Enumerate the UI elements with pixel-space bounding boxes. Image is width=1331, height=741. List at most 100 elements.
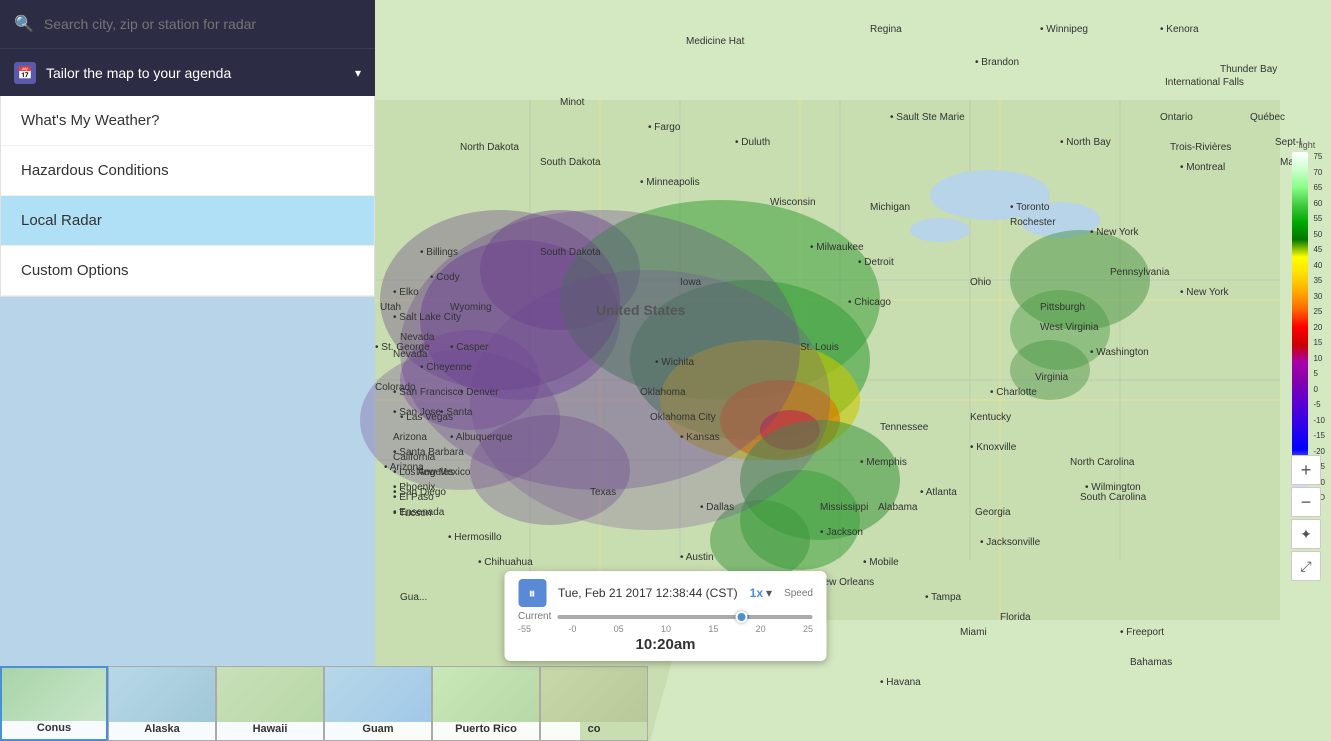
agenda-bar[interactable]: 📅 Tailor the map to your agenda ▾	[0, 48, 375, 96]
svg-text:• Toronto: • Toronto	[1010, 202, 1050, 213]
menu-item-hazardous-conditions[interactable]: Hazardous Conditions	[1, 146, 374, 196]
pause-button[interactable]: ⏸	[518, 579, 546, 607]
tick-15: 15	[708, 624, 718, 634]
svg-text:• Jacksonville: • Jacksonville	[980, 537, 1041, 548]
svg-text:• Fargo: • Fargo	[648, 122, 681, 133]
slider-thumb[interactable]	[735, 611, 747, 623]
timestamp-label: Tue, Feb 21 2017 12:38:44 (CST)	[558, 586, 738, 600]
time-slider[interactable]	[557, 615, 813, 619]
svg-text:• Mobile: • Mobile	[863, 557, 899, 568]
thumbnail-co[interactable]: co	[540, 666, 648, 741]
svg-text:• Kansas: • Kansas	[680, 432, 720, 443]
svg-text:• New York: • New York	[1090, 227, 1140, 238]
svg-text:• New York: • New York	[1180, 287, 1230, 298]
svg-text:South Carolina: South Carolina	[1080, 492, 1147, 503]
svg-text:• Wichita: • Wichita	[655, 357, 695, 368]
svg-text:Texas: Texas	[590, 487, 616, 498]
svg-text:• Detroit: • Detroit	[858, 257, 894, 268]
svg-text:United States: United States	[596, 302, 686, 318]
svg-text:• Los Angeles: • Los Angeles	[393, 467, 454, 478]
svg-text:• San Diego: • San Diego	[393, 487, 446, 498]
svg-text:• Tampa: • Tampa	[925, 592, 962, 603]
svg-text:West Virginia: West Virginia	[1040, 322, 1099, 333]
svg-text:Oklahoma City: Oklahoma City	[650, 412, 716, 423]
thumbnail-alaska-label: Alaska	[144, 723, 179, 735]
svg-text:• San Jose: • San Jose	[393, 407, 441, 418]
svg-text:• Milwaukee: • Milwaukee	[810, 242, 864, 253]
svg-text:• Knoxville: • Knoxville	[970, 442, 1017, 453]
speed-label: Speed	[784, 588, 813, 599]
search-input[interactable]	[44, 16, 361, 32]
svg-text:• Chicago: • Chicago	[848, 297, 891, 308]
svg-text:• Dallas: • Dallas	[700, 502, 734, 513]
svg-text:Alabama: Alabama	[878, 502, 918, 513]
slider-ticks: -55 -0 05 10 15 20 25	[518, 624, 813, 634]
svg-text:• Freeport: • Freeport	[1120, 627, 1164, 638]
thumbnail-alaska[interactable]: Alaska	[108, 666, 216, 741]
menu-item-local-radar[interactable]: Local Radar	[1, 196, 374, 246]
svg-text:Kentucky: Kentucky	[970, 412, 1011, 423]
svg-text:Thunder Bay: Thunder Bay	[1220, 64, 1277, 75]
svg-text:Pittsburgh: Pittsburgh	[1040, 302, 1085, 313]
svg-text:Regina: Regina	[870, 24, 902, 35]
thumbnail-hawaii[interactable]: Hawaii	[216, 666, 324, 741]
svg-text:• Montreal: • Montreal	[1180, 162, 1225, 173]
svg-text:Rochester: Rochester	[1010, 217, 1056, 228]
thumbnail-hawaii-label: Hawaii	[253, 723, 288, 735]
speed-chevron: ▾	[766, 586, 772, 600]
svg-text:Wisconsin: Wisconsin	[770, 197, 816, 208]
zoom-in-button[interactable]: +	[1291, 455, 1321, 485]
tick-55: -55	[518, 624, 531, 634]
search-bar[interactable]: 🔍	[0, 0, 375, 48]
menu-items: What's My Weather? Hazardous Conditions …	[0, 96, 375, 297]
left-panel: 🔍 📅 Tailor the map to your agenda ▾ What…	[0, 0, 375, 297]
svg-text:• Elko: • Elko	[393, 287, 419, 298]
thumbnail-guam[interactable]: Guam	[324, 666, 432, 741]
svg-text:Tennessee: Tennessee	[880, 422, 929, 433]
svg-text:• Billings: • Billings	[420, 247, 458, 258]
svg-text:Québec: Québec	[1250, 112, 1285, 123]
menu-item-custom-options[interactable]: Custom Options	[1, 246, 374, 296]
svg-text:• Sault Ste Marie: • Sault Ste Marie	[890, 112, 965, 123]
thumbnail-conus[interactable]: Conus	[0, 666, 108, 741]
svg-text:South Dakota: South Dakota	[540, 247, 601, 258]
speed-control[interactable]: 1x ▾	[750, 586, 772, 600]
fullscreen-button[interactable]: ⤢	[1291, 551, 1321, 581]
svg-text:St. Louis: St. Louis	[800, 342, 839, 353]
svg-text:• Minneapolis: • Minneapolis	[640, 177, 700, 188]
svg-text:• Charlotte: • Charlotte	[990, 387, 1037, 398]
svg-text:• Cheyenne: • Cheyenne	[420, 362, 472, 373]
svg-text:Medicine Hat: Medicine Hat	[686, 36, 745, 47]
svg-text:Iowa: Iowa	[680, 277, 702, 288]
search-icon: 🔍	[14, 14, 34, 34]
svg-text:• Denver: • Denver	[460, 387, 499, 398]
bottom-thumbnails: Conus Alaska Hawaii Guam Puerto Rico co	[0, 666, 580, 741]
svg-text:• Casper: • Casper	[450, 342, 489, 353]
thumbnail-puerto-rico[interactable]: Puerto Rico	[432, 666, 540, 741]
map-controls: + − ✦ ⤢	[1291, 455, 1321, 581]
svg-text:• Kenora: • Kenora	[1160, 24, 1199, 35]
svg-text:• Washington: • Washington	[1090, 347, 1149, 358]
zoom-out-button[interactable]: −	[1291, 487, 1321, 517]
svg-text:Ohio: Ohio	[970, 277, 992, 288]
thumbnail-puerto-rico-label: Puerto Rico	[455, 723, 517, 735]
menu-item-whats-my-weather[interactable]: What's My Weather?	[1, 96, 374, 146]
playback-controls: ⏸ Tue, Feb 21 2017 12:38:44 (CST) 1x ▾ S…	[504, 571, 827, 661]
svg-text:Mississippi: Mississippi	[820, 502, 868, 513]
svg-text:• Memphis: • Memphis	[860, 457, 907, 468]
svg-text:North Carolina: North Carolina	[1070, 457, 1135, 468]
svg-text:Pennsylvania: Pennsylvania	[1110, 267, 1170, 278]
svg-text:• Brandon: • Brandon	[975, 57, 1019, 68]
svg-text:• Chihuahua: • Chihuahua	[478, 557, 533, 568]
svg-text:Georgia: Georgia	[975, 507, 1011, 518]
svg-text:• Cody: • Cody	[430, 272, 460, 283]
svg-text:• Austin: • Austin	[680, 552, 714, 563]
svg-text:• Albuquerque: • Albuquerque	[450, 432, 513, 443]
compass-button[interactable]: ✦	[1291, 519, 1321, 549]
svg-text:• Winnipeg: • Winnipeg	[1040, 24, 1088, 35]
svg-text:Arizona: Arizona	[393, 432, 427, 443]
color-scale-bar	[1292, 152, 1308, 502]
thumbnail-guam-label: Guam	[362, 723, 393, 735]
current-label: Current	[518, 611, 551, 622]
tick-20: 20	[756, 624, 766, 634]
